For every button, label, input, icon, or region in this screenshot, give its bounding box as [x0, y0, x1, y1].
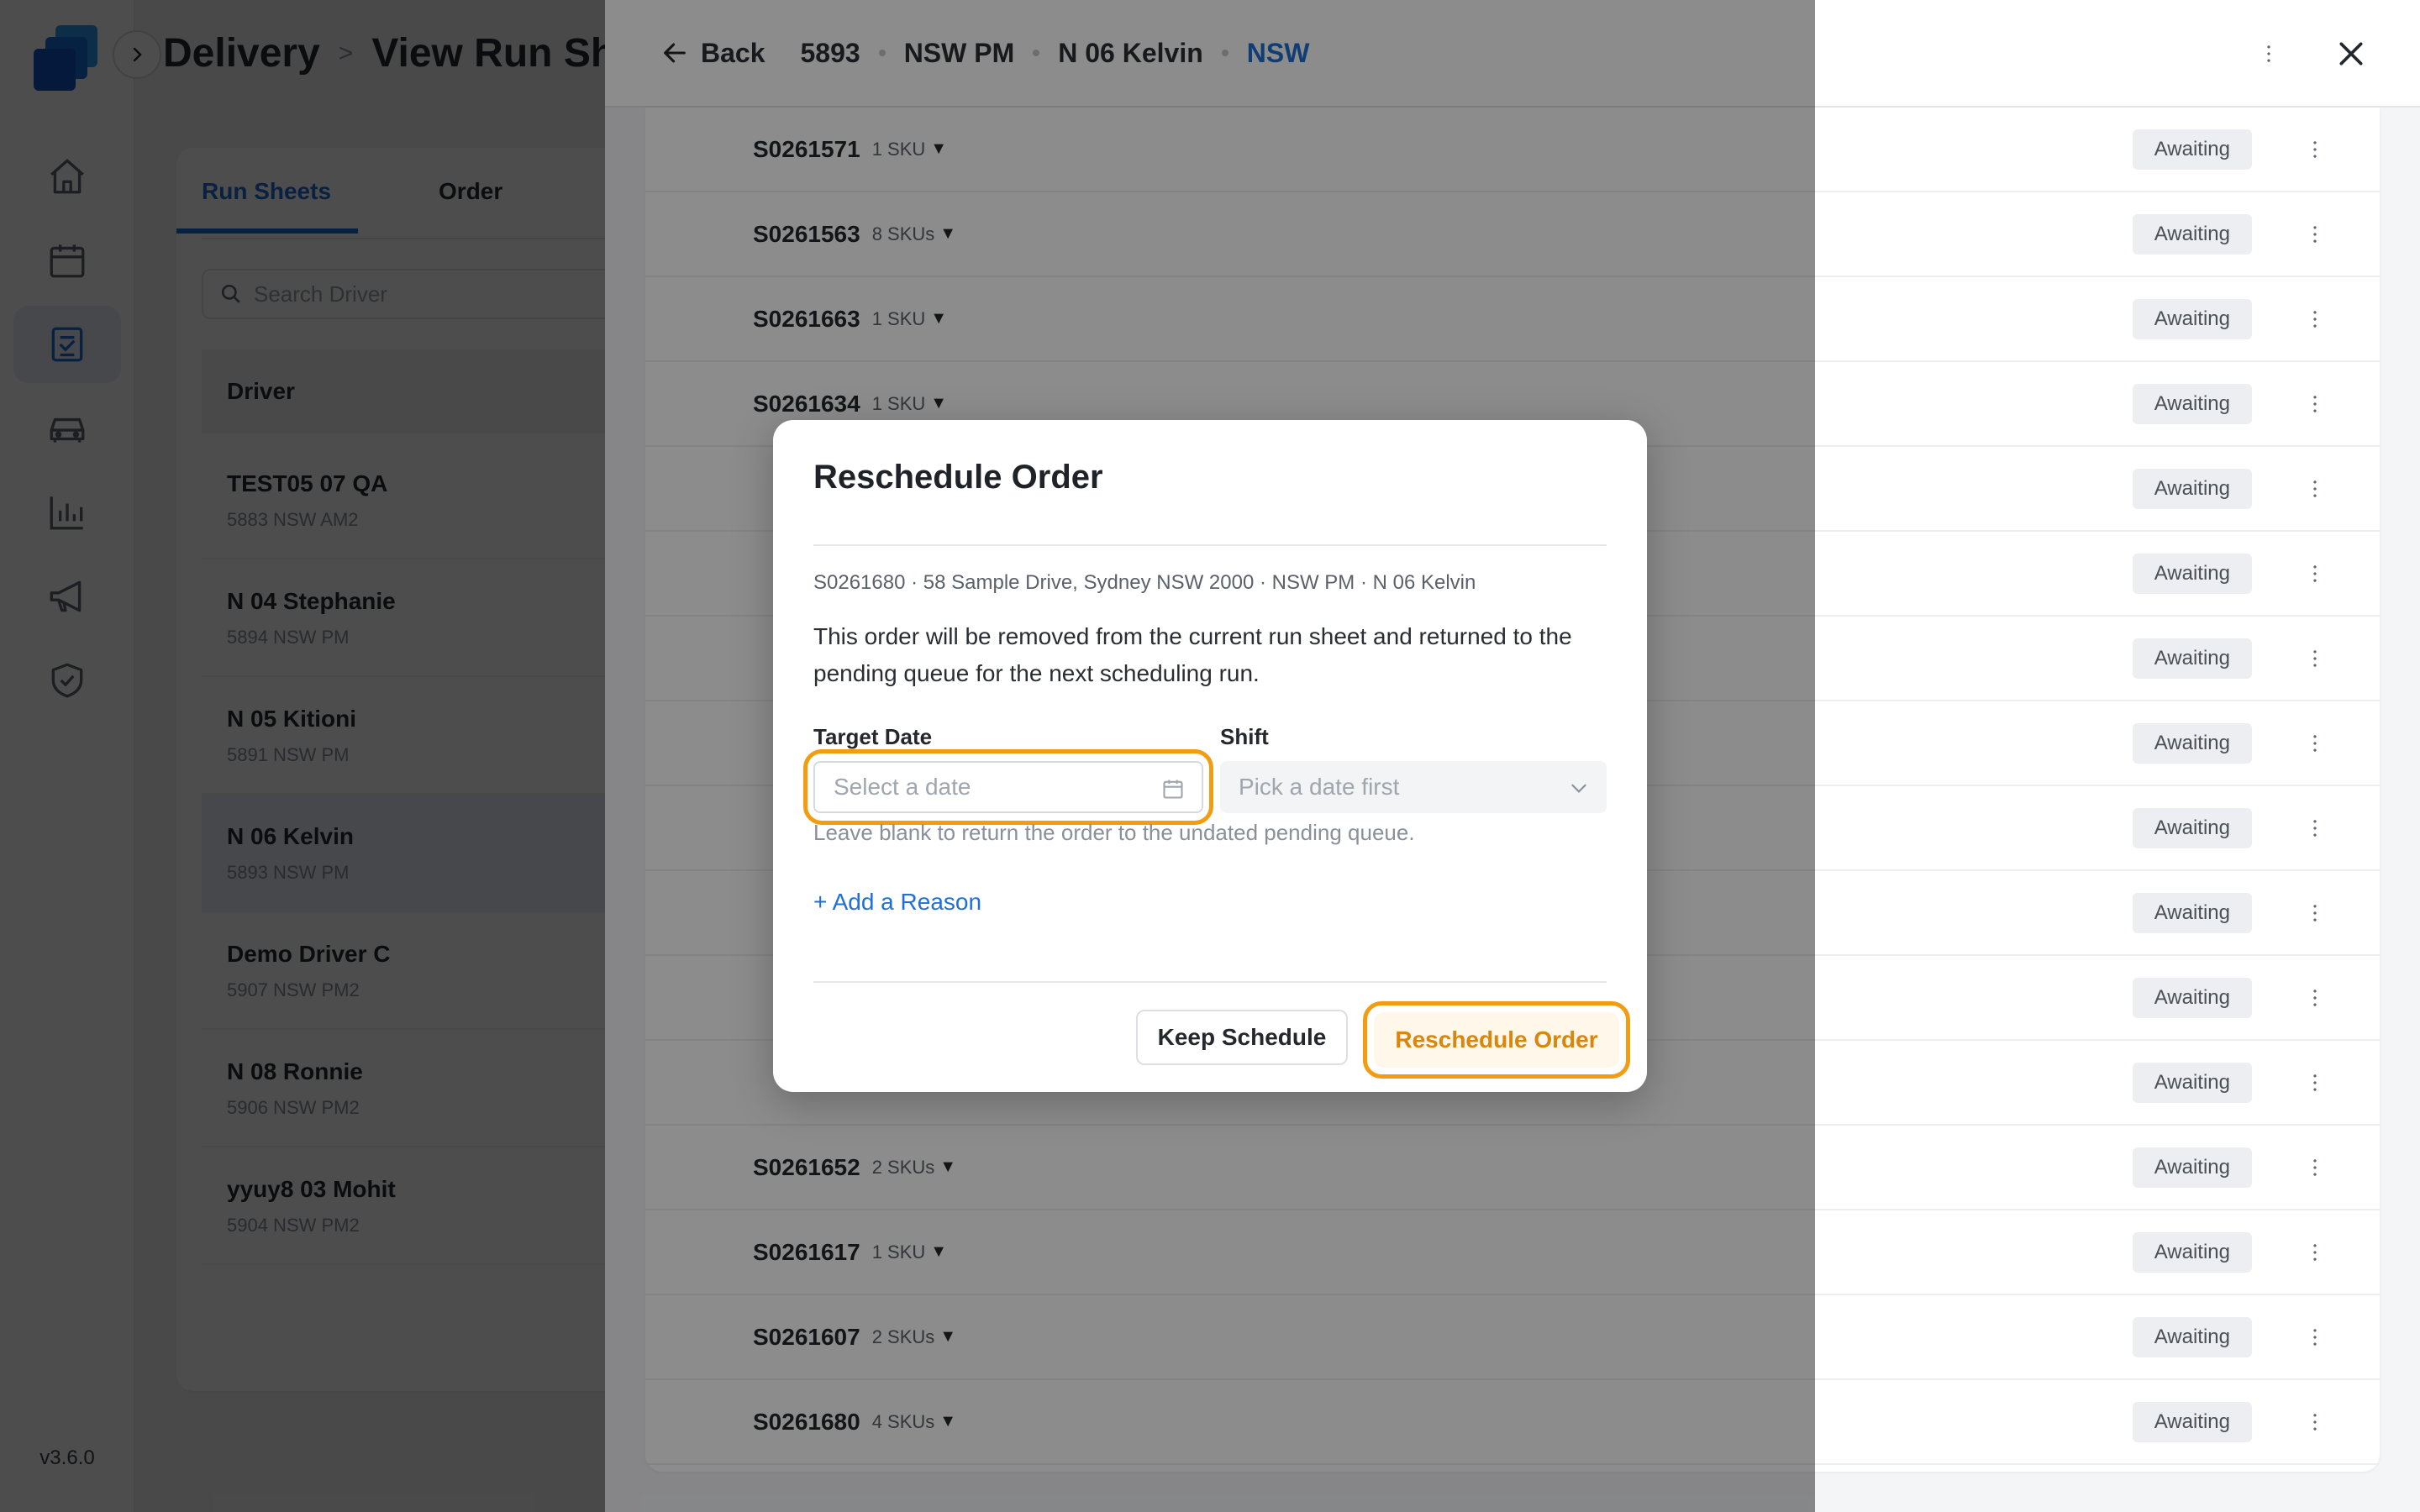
shift-label: Shift: [1220, 724, 1269, 749]
row-more-button[interactable]: [2302, 727, 2328, 760]
add-reason-link[interactable]: + Add a Reason: [813, 889, 981, 916]
status-badge: Awaiting: [2132, 977, 2252, 1018]
row-more-button[interactable]: [2302, 218, 2328, 251]
row-more-button[interactable]: [2302, 1320, 2328, 1354]
dialog-divider: [813, 544, 1607, 546]
row-more-button[interactable]: [2302, 1405, 2328, 1439]
more-vertical-icon: [2313, 1158, 2317, 1176]
more-vertical-icon: [2313, 904, 2317, 921]
more-vertical-icon: [2313, 225, 2317, 243]
status-badge: Awaiting: [2132, 722, 2252, 764]
row-more-button[interactable]: [2302, 981, 2328, 1015]
row-more-button[interactable]: [2302, 302, 2328, 336]
more-vertical-icon: [2313, 480, 2317, 497]
row-more-button[interactable]: [2302, 133, 2328, 166]
more-vertical-icon: [2313, 734, 2317, 752]
status-badge: Awaiting: [2132, 553, 2252, 594]
row-more-button[interactable]: [2302, 896, 2328, 930]
more-vertical-icon: [2313, 395, 2317, 412]
target-date-hint: Leave blank to return the order to the u…: [813, 820, 1415, 845]
order-summary: S0261680 · 58 Sample Drive, Sydney NSW 2…: [813, 571, 1476, 594]
status-badge: Awaiting: [2132, 1062, 2252, 1103]
status-badge: Awaiting: [2132, 468, 2252, 509]
row-more-button[interactable]: [2302, 811, 2328, 845]
row-more-button[interactable]: [2302, 1236, 2328, 1269]
more-vertical-icon: [2313, 819, 2317, 837]
status-badge: Awaiting: [2132, 383, 2252, 424]
status-badge: Awaiting: [2132, 1401, 2252, 1442]
reschedule-order-button[interactable]: Reschedule Order: [1363, 1001, 1630, 1079]
row-more-button[interactable]: [2302, 472, 2328, 506]
more-vertical-icon: [2313, 1074, 2317, 1091]
more-vertical-icon: [2313, 1328, 2317, 1346]
shift-placeholder: Pick a date first: [1239, 774, 1400, 800]
status-badge: Awaiting: [2132, 1231, 2252, 1273]
more-vertical-icon: [2313, 140, 2317, 158]
reschedule-order-dialog: Reschedule Order S0261680 · 58 Sample Dr…: [773, 420, 1647, 1092]
status-badge: Awaiting: [2132, 1316, 2252, 1357]
reschedule-order-label: Reschedule Order: [1374, 1012, 1619, 1068]
status-badge: Awaiting: [2132, 807, 2252, 848]
more-vertical-icon: [2267, 45, 2270, 62]
more-vertical-icon: [2313, 310, 2317, 328]
row-more-button[interactable]: [2302, 387, 2328, 421]
calendar-icon: [1163, 780, 1183, 799]
dialog-title: Reschedule Order: [813, 459, 1103, 496]
chevron-down-icon: [1571, 784, 1586, 793]
row-more-button[interactable]: [2302, 642, 2328, 675]
keep-schedule-button[interactable]: Keep Schedule: [1136, 1010, 1348, 1065]
status-badge: Awaiting: [2132, 638, 2252, 679]
status-badge: Awaiting: [2132, 298, 2252, 339]
more-vertical-icon: [2313, 989, 2317, 1006]
more-vertical-icon: [2313, 1243, 2317, 1261]
drawer-close-button[interactable]: [2334, 37, 2368, 71]
close-icon: [2339, 42, 2363, 66]
status-badge: Awaiting: [2132, 1147, 2252, 1188]
status-badge: Awaiting: [2132, 213, 2252, 255]
status-badge: Awaiting: [2132, 892, 2252, 933]
more-vertical-icon: [2313, 649, 2317, 667]
dialog-description: This order will be removed from the curr…: [813, 623, 1572, 686]
row-more-button[interactable]: [2302, 1151, 2328, 1184]
target-date-label: Target Date: [813, 724, 933, 749]
target-date-field[interactable]: Select a date: [813, 761, 1203, 813]
more-vertical-icon: [2313, 564, 2317, 582]
more-vertical-icon: [2313, 1413, 2317, 1431]
row-more-button[interactable]: [2302, 1066, 2328, 1100]
status-badge: Awaiting: [2132, 129, 2252, 170]
shift-select[interactable]: Pick a date first: [1220, 761, 1607, 813]
dialog-footer-divider: [813, 981, 1607, 983]
drawer-more-button[interactable]: [2252, 37, 2286, 71]
row-more-button[interactable]: [2302, 557, 2328, 591]
target-date-placeholder: Select a date: [834, 774, 971, 800]
